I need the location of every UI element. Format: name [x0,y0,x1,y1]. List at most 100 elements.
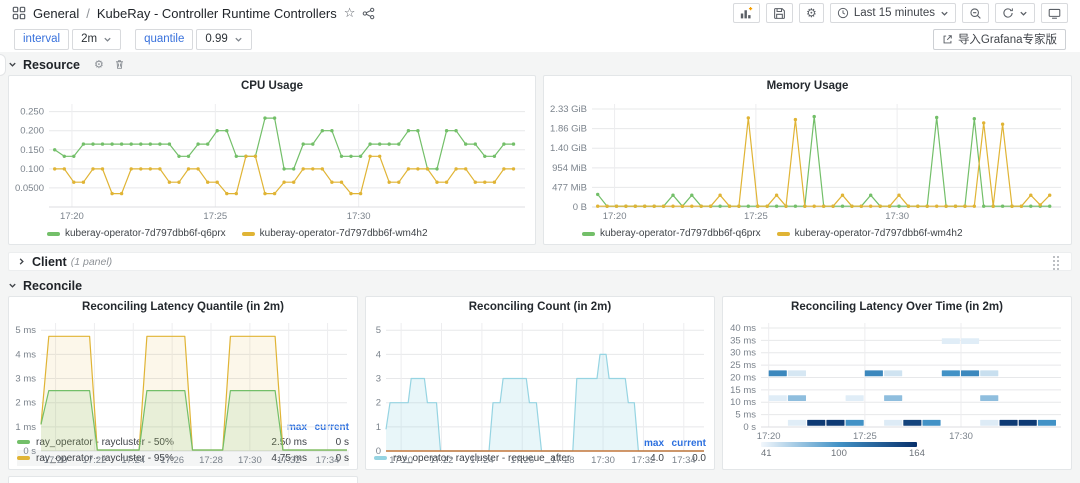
memory-usage-chart[interactable]: 0 B477 MiB954 MiB1.40 GiB1.86 GiB2.33 Gi… [544,96,1071,223]
svg-text:1.40 GiB: 1.40 GiB [550,143,587,154]
svg-text:17:24: 17:24 [470,455,494,466]
share-icon[interactable] [362,7,375,20]
variable-quantile-label: quantile [135,29,193,50]
heatmap-cell[interactable] [826,420,844,426]
heatmap-cell[interactable] [788,420,806,426]
toolbar-right: ⚙ Last 15 minutes [733,3,1068,23]
row-settings-icon[interactable]: ⚙ [94,58,104,71]
row-toggle-resource[interactable]: Resource [8,58,80,72]
cpu-usage-chart[interactable]: 0.05000.1000.1500.2000.25017:2017:2517:3… [9,96,535,223]
latency-heatmap-chart[interactable]: 0 s5 ms10 ms15 ms20 ms25 ms30 ms35 ms40 … [723,317,1071,442]
legend-item[interactable]: kuberay-operator-7d797dbb6f-wm4h2 [242,228,428,239]
variable-quantile: quantile 0.99 [135,29,252,50]
variable-interval-value[interactable]: 2m [72,29,121,50]
heatmap-cell[interactable] [788,370,806,376]
heatmap-cell[interactable] [1019,420,1037,426]
heatmap-cell[interactable] [807,420,825,426]
heatmap-cell[interactable] [769,370,787,376]
chart-canvas[interactable]: 0 s1 ms2 ms3 ms4 ms5 ms17:2017:2217:2417… [9,317,357,466]
heatmap-cell[interactable] [923,420,941,426]
star-icon[interactable]: ☆ [344,5,356,21]
svg-text:40 ms: 40 ms [730,323,756,334]
row-toggle-client[interactable]: Client [17,255,67,269]
legend-swatch [242,232,255,236]
heatmap-cell[interactable] [1038,420,1056,426]
heatmap-cell[interactable] [865,370,883,376]
variable-quantile-value[interactable]: 0.99 [196,29,251,50]
svg-text:0.150: 0.150 [20,145,44,156]
heatmap-colorbar-labels: 41100164 [761,447,931,459]
heatmap-canvas[interactable]: 0 s5 ms10 ms15 ms20 ms25 ms30 ms35 ms40 … [723,317,1071,442]
panel-title-cpu[interactable]: CPU Usage [9,76,535,96]
dashboard-body: Resource ⚙ CPU Usage 0.05000.1000.1500.2… [0,52,1080,483]
heatmap-cell[interactable] [788,395,806,401]
svg-text:17:32: 17:32 [632,455,656,466]
chart-canvas[interactable]: 01234517:2017:2217:2417:2617:2817:3017:3… [366,317,714,466]
save-dashboard-button[interactable] [766,3,793,23]
chart-canvas[interactable]: 0 B477 MiB954 MiB1.40 GiB1.86 GiB2.33 Gi… [544,96,1071,223]
panel-title-latency-over-time[interactable]: Reconciling Latency Over Time (in 2m) [723,297,1071,317]
breadcrumb: General / KubeRay - Controller Runtime C… [12,5,375,21]
legend-item[interactable]: kuberay-operator-7d797dbb6f-wm4h2 [777,228,963,239]
svg-text:17:28: 17:28 [199,455,223,466]
dashboard-submenu: interval 2m quantile 0.99 导入Grafana专家版 [0,26,1080,52]
heatmap-cell[interactable] [884,420,902,426]
apps-grid-icon[interactable] [12,6,26,20]
add-panel-button[interactable] [733,3,760,23]
dashboard-settings-button[interactable]: ⚙ [799,3,824,23]
legend-item[interactable]: kuberay-operator-7d797dbb6f-q6prx [47,228,226,239]
reconciling-count-chart[interactable]: 01234517:2017:2217:2417:2617:2817:3017:3… [366,317,714,437]
heatmap-cell[interactable] [884,395,902,401]
heatmap-cell[interactable] [961,370,979,376]
svg-text:17:26: 17:26 [510,455,534,466]
colorbar-label: 100 [831,448,847,459]
heatmap-cell[interactable] [980,370,998,376]
svg-text:3: 3 [376,374,381,385]
legend-label: kuberay-operator-7d797dbb6f-q6prx [600,228,761,239]
svg-text:10 ms: 10 ms [730,397,756,408]
heatmap-cell[interactable] [942,370,960,376]
legend-item[interactable]: kuberay-operator-7d797dbb6f-q6prx [582,228,761,239]
chart-canvas[interactable]: 0.05000.1000.1500.2000.25017:2017:2517:3… [9,96,535,223]
external-link-icon [942,34,953,45]
svg-text:17:25: 17:25 [203,211,227,222]
zoom-out-button[interactable] [962,3,989,23]
chevron-down-icon [8,60,17,69]
svg-text:15 ms: 15 ms [730,385,756,396]
panel-title-memory[interactable]: Memory Usage [544,76,1071,96]
chevron-right-icon [17,257,26,266]
heatmap-cell[interactable] [942,338,960,344]
heatmap-cell[interactable] [846,420,864,426]
top-zone: General / KubeRay - Controller Runtime C… [0,0,1080,52]
svg-text:0.250: 0.250 [20,107,44,118]
heatmap-cell[interactable] [961,338,979,344]
heatmap-cell[interactable] [980,395,998,401]
panel-title-reconciling-count[interactable]: Reconciling Count (in 2m) [366,297,714,317]
svg-text:17:25: 17:25 [744,211,768,222]
latency-quantile-chart[interactable]: 0 s1 ms2 ms3 ms4 ms5 ms17:2017:2217:2417… [9,317,357,421]
tv-mode-button[interactable] [1041,3,1068,23]
heatmap-cell[interactable] [846,395,864,401]
panel-title-latency-quantile[interactable]: Reconciling Latency Quantile (in 2m) [9,297,357,317]
svg-text:2: 2 [376,398,381,409]
heatmap-cell[interactable] [884,370,902,376]
row-toggle-reconcile[interactable]: Reconcile [8,279,82,293]
breadcrumb-section[interactable]: General [33,6,79,21]
svg-text:17:26: 17:26 [160,455,184,466]
time-range-picker[interactable]: Last 15 minutes [830,3,956,23]
row-header-reconcile: Reconcile [8,275,1072,296]
heatmap-cell[interactable] [980,420,998,426]
row-delete-icon[interactable] [114,58,125,71]
svg-text:0.0500: 0.0500 [15,183,44,194]
svg-text:3 ms: 3 ms [15,374,36,385]
heatmap-cell[interactable] [1000,420,1018,426]
import-grafana-button[interactable]: 导入Grafana专家版 [933,29,1066,50]
heatmap-cell[interactable] [903,420,921,426]
svg-text:4: 4 [376,349,381,360]
dashboard-title[interactable]: KubeRay - Controller Runtime Controllers [97,6,337,21]
heatmap-cell[interactable] [769,395,787,401]
refresh-button[interactable] [995,3,1035,23]
panel-title-reconcile-errors[interactable]: reconcile errors qps (2m) [9,477,357,483]
svg-text:17:20: 17:20 [389,455,413,466]
row-drag-handle[interactable] [1053,256,1061,272]
